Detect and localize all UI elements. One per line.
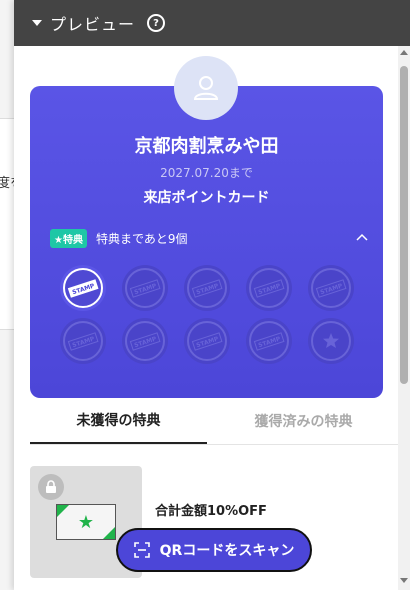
- preview-title: プレビュー: [50, 15, 136, 34]
- stamp-label: STAMP: [195, 282, 220, 296]
- stamp-label: STAMP: [257, 282, 282, 296]
- stamp-icon: STAMP: [191, 332, 223, 351]
- help-icon[interactable]: ?: [147, 14, 166, 32]
- stamp-slot: STAMP: [60, 265, 106, 311]
- stamp-icon: STAMP: [67, 332, 99, 351]
- stamp-icon: STAMP: [129, 332, 161, 351]
- stamp-icon: STAMP: [315, 279, 347, 298]
- stamp-label: STAMP: [133, 282, 158, 296]
- stamp-label: STAMP: [319, 282, 344, 296]
- qr-scan-label: QRコードをスキャン: [159, 543, 295, 559]
- preview-panel: プレビュー ? 京都肉割烹みや田 2027.07.20まで 来店ポイントカード …: [14, 0, 410, 590]
- qr-scan-button[interactable]: QRコードをスキャン: [116, 528, 312, 572]
- shop-name: 京都肉割烹みや田: [134, 136, 279, 157]
- stamp-icon: STAMP: [67, 279, 99, 298]
- stamp-label: STAMP: [195, 335, 220, 349]
- stamp-goal: [308, 318, 354, 364]
- benefit-tabs: 未獲得の特典 獲得済みの特典: [30, 398, 400, 445]
- perk-badge: ★特典: [50, 229, 87, 248]
- background-panel: [0, 118, 14, 330]
- stamp-label: STAMP: [71, 335, 96, 349]
- user-icon: [193, 76, 219, 100]
- stamp-icon: STAMP: [253, 332, 285, 351]
- perk-remaining: 特典まであと9個: [95, 232, 188, 246]
- caret-down-icon[interactable]: [32, 20, 42, 26]
- scrollbar-thumb[interactable]: [400, 66, 408, 384]
- chevron-up-icon[interactable]: [356, 233, 368, 241]
- point-card: 京都肉割烹みや田 2027.07.20まで 来店ポイントカード ★特典 特典まで…: [30, 56, 383, 398]
- expiry-date: 2027.07.20まで: [160, 166, 253, 180]
- stamp-slot: STAMP: [122, 318, 168, 364]
- stamp-slot: STAMP: [60, 318, 106, 364]
- stamp-slot: STAMP: [246, 265, 292, 311]
- tab-earned[interactable]: 獲得済みの特典: [207, 398, 400, 444]
- stamp-label: STAMP: [133, 335, 158, 349]
- lock-icon: [38, 474, 64, 500]
- stamp-slot: STAMP: [308, 265, 354, 311]
- stamp-slot: STAMP: [246, 318, 292, 364]
- background-app: 度を: [0, 0, 23, 590]
- stamp-icon: STAMP: [191, 279, 223, 298]
- card-type: 来店ポイントカード: [143, 190, 270, 206]
- perk-row: ★特典 特典まであと9個: [50, 229, 187, 248]
- preview-header[interactable]: プレビュー ?: [14, 0, 410, 46]
- benefit-title: 合計金額10%OFF: [155, 504, 267, 519]
- tab-unearned[interactable]: 未獲得の特典: [30, 398, 207, 444]
- stamp-slot: STAMP: [122, 265, 168, 311]
- stamp-icon: STAMP: [253, 279, 285, 298]
- scroll-down-arrow[interactable]: [400, 578, 408, 583]
- stamp-label: STAMP: [257, 335, 282, 349]
- star-stamp-icon: [323, 333, 339, 348]
- user-avatar: [174, 56, 238, 120]
- stamp-slot: STAMP: [184, 265, 230, 311]
- coupon-ticket-icon: ★: [56, 504, 116, 540]
- star-icon: ★: [77, 511, 95, 533]
- scroll-up-arrow[interactable]: [400, 50, 408, 55]
- scan-icon: [133, 542, 150, 558]
- stamp-slot: STAMP: [184, 318, 230, 364]
- stamp-icon: STAMP: [129, 279, 161, 298]
